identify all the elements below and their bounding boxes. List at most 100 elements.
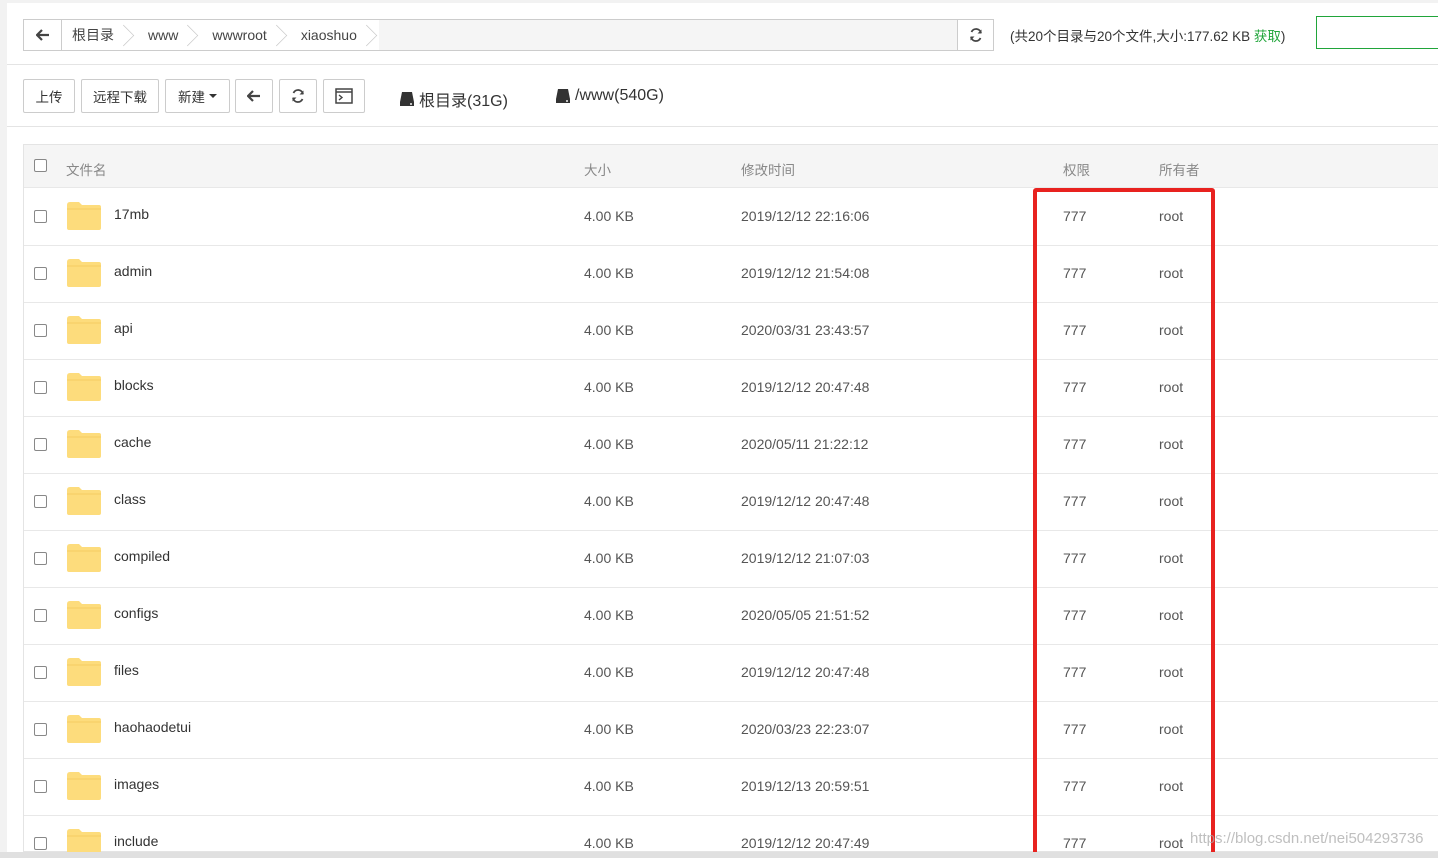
row-checkbox[interactable]	[34, 609, 47, 622]
file-permission[interactable]: 777	[1063, 607, 1086, 623]
file-name-link[interactable]: compiled	[114, 548, 170, 564]
file-name-link[interactable]: admin	[114, 263, 152, 279]
fetch-size-link[interactable]: 获取	[1254, 29, 1281, 44]
disk-icon	[556, 89, 570, 103]
table-row[interactable]: files 4.00 KB 2019/12/12 20:47:48 777 root	[24, 645, 1438, 702]
file-name-link[interactable]: images	[114, 776, 159, 792]
file-owner[interactable]: root	[1159, 265, 1183, 281]
row-checkbox[interactable]	[34, 438, 47, 451]
row-checkbox[interactable]	[34, 837, 47, 850]
folder-icon	[67, 829, 101, 852]
table-row[interactable]: configs 4.00 KB 2020/05/05 21:51:52 777 root	[24, 588, 1438, 645]
file-size: 4.00 KB	[584, 607, 634, 623]
row-checkbox[interactable]	[34, 210, 47, 223]
file-owner[interactable]: root	[1159, 721, 1183, 737]
address-refresh-button[interactable]	[957, 20, 993, 50]
search-input[interactable]	[1316, 16, 1438, 49]
row-checkbox[interactable]	[34, 381, 47, 394]
breadcrumb-wwwroot[interactable]: wwwroot	[200, 20, 289, 50]
file-manager-panel: 根目录 www wwwroot xiaoshuo (共20个目录与20个文件,大…	[7, 3, 1438, 852]
column-header-size[interactable]: 大小	[584, 159, 611, 179]
file-owner[interactable]: root	[1159, 493, 1183, 509]
breadcrumb-root[interactable]: 根目录	[62, 20, 136, 50]
file-owner[interactable]: root	[1159, 607, 1183, 623]
table-row[interactable]: haohaodetui 4.00 KB 2020/03/23 22:23:07 777…	[24, 702, 1438, 759]
file-name-link[interactable]: cache	[114, 434, 151, 450]
file-permission[interactable]: 777	[1063, 778, 1086, 794]
row-checkbox[interactable]	[34, 552, 47, 565]
row-checkbox[interactable]	[34, 780, 47, 793]
file-name-link[interactable]: api	[114, 320, 133, 336]
file-owner[interactable]: root	[1159, 835, 1183, 851]
table-row[interactable]: api 4.00 KB 2020/03/31 23:43:57 777 root	[24, 303, 1438, 360]
table-row[interactable]: blocks 4.00 KB 2019/12/12 20:47:48 777 root	[24, 360, 1438, 417]
column-header-permission[interactable]: 权限	[1063, 159, 1090, 179]
file-owner[interactable]: root	[1159, 379, 1183, 395]
file-owner[interactable]: root	[1159, 550, 1183, 566]
file-permission[interactable]: 777	[1063, 379, 1086, 395]
file-name-link[interactable]: blocks	[114, 377, 154, 393]
back-button[interactable]	[235, 79, 273, 113]
refresh-button[interactable]	[279, 79, 317, 113]
folder-shape	[67, 259, 101, 287]
file-name-link[interactable]: class	[114, 491, 146, 507]
folder-icon	[67, 373, 101, 401]
file-permission[interactable]: 777	[1063, 550, 1086, 566]
file-owner[interactable]: root	[1159, 664, 1183, 680]
upload-button[interactable]: 上传	[23, 79, 75, 113]
select-all-checkbox[interactable]	[34, 159, 47, 172]
file-owner[interactable]: root	[1159, 778, 1183, 794]
file-mtime: 2019/12/12 20:47:49	[741, 835, 870, 851]
folder-icon	[67, 316, 101, 344]
table-row[interactable]: admin 4.00 KB 2019/12/12 21:54:08 777 root	[24, 246, 1438, 303]
row-checkbox[interactable]	[34, 666, 47, 679]
file-name-link[interactable]: files	[114, 662, 139, 678]
file-permission[interactable]: 777	[1063, 322, 1086, 338]
disk-www[interactable]: /www(540G)	[555, 87, 664, 105]
file-permission[interactable]: 777	[1063, 493, 1086, 509]
table-row[interactable]: images 4.00 KB 2019/12/13 20:59:51 777 root	[24, 759, 1438, 816]
row-checkbox[interactable]	[34, 267, 47, 280]
column-header-mtime[interactable]: 修改时间	[741, 159, 795, 179]
column-header-owner[interactable]: 所有者	[1159, 159, 1200, 179]
arrow-left-icon	[35, 29, 49, 41]
table-row[interactable]: class 4.00 KB 2019/12/12 20:47:48 777 root	[24, 474, 1438, 531]
file-name-link[interactable]: haohaodetui	[114, 719, 191, 735]
row-checkbox[interactable]	[34, 723, 47, 736]
folder-shape	[67, 373, 101, 401]
file-permission[interactable]: 777	[1063, 835, 1086, 851]
breadcrumb-xiaoshuo[interactable]: xiaoshuo	[288, 20, 379, 50]
horizontal-scrollbar[interactable]	[0, 852, 1438, 858]
watermark: https://blog.csdn.net/nei504293736	[1190, 830, 1424, 847]
file-owner[interactable]: root	[1159, 436, 1183, 452]
disk-root[interactable]: 根目录(31G)	[399, 87, 508, 111]
breadcrumb-www[interactable]: www	[136, 20, 201, 50]
terminal-button[interactable]	[323, 79, 365, 113]
table-row[interactable]: 17mb 4.00 KB 2019/12/12 22:16:06 777 root	[24, 189, 1438, 246]
file-owner[interactable]: root	[1159, 322, 1183, 338]
file-permission[interactable]: 777	[1063, 265, 1086, 281]
file-name-link[interactable]: 17mb	[114, 206, 149, 222]
file-table: 文件名 大小 修改时间 权限 所有者 17mb 4.00 KB 2019/12/12…	[23, 144, 1438, 852]
file-permission[interactable]: 777	[1063, 436, 1086, 452]
file-name-link[interactable]: configs	[114, 605, 158, 621]
file-owner[interactable]: root	[1159, 208, 1183, 224]
column-header-name[interactable]: 文件名	[66, 159, 107, 179]
row-checkbox[interactable]	[34, 495, 47, 508]
file-permission[interactable]: 777	[1063, 208, 1086, 224]
file-mtime: 2019/12/12 20:47:48	[741, 664, 870, 680]
new-dropdown-button[interactable]: 新建	[165, 79, 230, 113]
table-row[interactable]: cache 4.00 KB 2020/05/11 21:22:12 777 root	[24, 417, 1438, 474]
file-permission[interactable]: 777	[1063, 721, 1086, 737]
file-name-link[interactable]: include	[114, 833, 158, 849]
remote-download-button[interactable]: 远程下载	[81, 79, 159, 113]
table-row[interactable]: compiled 4.00 KB 2019/12/12 21:07:03 777 roo…	[24, 531, 1438, 588]
file-size: 4.00 KB	[584, 436, 634, 452]
file-mtime: 2020/05/05 21:51:52	[741, 607, 870, 623]
address-back-button[interactable]	[24, 20, 62, 50]
file-size: 4.00 KB	[584, 493, 634, 509]
file-permission[interactable]: 777	[1063, 664, 1086, 680]
row-checkbox[interactable]	[34, 324, 47, 337]
folder-shape	[67, 658, 101, 686]
path-input[interactable]	[378, 20, 957, 50]
